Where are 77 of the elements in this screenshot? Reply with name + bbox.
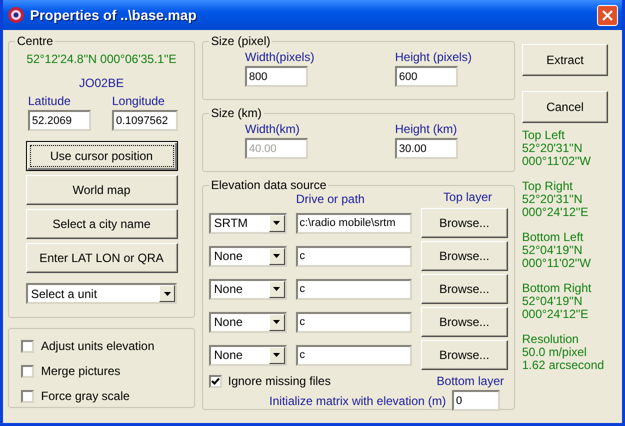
info-text: 52°04'19''N [522, 295, 582, 308]
group-title: Size (km) [210, 106, 263, 120]
dropdown-arrow-icon [273, 320, 280, 324]
longitude-field[interactable]: 0.1097562 [112, 110, 178, 131]
close-icon [602, 10, 613, 20]
info-text: Bottom Left [522, 231, 584, 244]
column-header: Drive or path [296, 191, 365, 208]
browse-button[interactable]: Browse... [420, 340, 508, 370]
elevation-field[interactable]: 0 [452, 390, 500, 411]
locator-text: JO02BE [79, 75, 124, 92]
info-text: 000°11'02''W [522, 155, 592, 168]
app-icon [7, 6, 25, 24]
source-dropdown[interactable]: None [209, 312, 287, 332]
checkbox[interactable] [21, 390, 34, 402]
browse-button[interactable]: Browse... [420, 274, 508, 304]
unit-dropdown[interactable]: Select a unit [26, 283, 177, 304]
info-text: 000°24'12''E [522, 308, 590, 321]
group-title: Centre [16, 34, 54, 48]
info-text: Resolution [522, 333, 580, 346]
browse-button[interactable]: Browse... [420, 208, 508, 238]
info-text: Top Left [522, 129, 566, 142]
info-text: Top Right [522, 180, 574, 193]
action-button[interactable]: World map [26, 175, 178, 205]
source-dropdown[interactable]: None [209, 278, 287, 300]
coordinates-text: 52°12'24.8''N 000°06'35.1''E [26, 51, 177, 68]
longitude-label: Longitude [112, 93, 166, 110]
info-text: 52°20'31''N [522, 142, 584, 155]
layer-label: Bottom layer [436, 373, 504, 390]
action-button[interactable]: Select a city name [26, 209, 178, 239]
latitude-label: Latitude [28, 93, 72, 110]
size-field[interactable]: 600 [395, 66, 458, 87]
size-field[interactable]: 30.00 [395, 138, 458, 159]
browse-button[interactable]: Browse... [420, 307, 508, 337]
init-label: Initialize matrix with elevation (m) [269, 392, 446, 410]
info-text: 000°11'02''W [522, 257, 592, 270]
dialog-button[interactable]: Cancel [522, 91, 608, 123]
info-text: 50.0 m/pixel [522, 346, 588, 359]
dropdown-arrow-icon [273, 254, 280, 258]
source-dropdown[interactable]: SRTM [209, 212, 287, 234]
checkbox[interactable] [209, 374, 222, 388]
path-field[interactable]: c [296, 246, 412, 266]
dropdown-arrow-icon [164, 292, 170, 296]
dropdown-arrow-icon [273, 353, 280, 357]
size-field[interactable]: 800 [245, 66, 308, 87]
info-text: Bottom Right [522, 282, 592, 295]
info-text: 52°20'31''N [522, 193, 584, 206]
layer-label: Top layer [443, 189, 492, 206]
window-title: Properties of ..\base.map [30, 6, 196, 25]
dropdown-arrow-icon [273, 221, 280, 225]
option-label: Merge pictures [41, 363, 120, 380]
action-button[interactable]: Enter LAT LON or QRA [26, 243, 178, 273]
group-title: Size (pixel) [210, 34, 272, 48]
path-field[interactable]: c [296, 278, 412, 300]
action-button[interactable]: Use cursor position [26, 141, 178, 171]
option-label: Force gray scale [41, 388, 130, 405]
path-field[interactable]: c:\radio mobile\srtm [296, 212, 412, 234]
size-label: Height (km) [395, 121, 458, 138]
size-label: Width(pixels) [245, 49, 316, 66]
dialog-button[interactable]: Extract [522, 44, 608, 76]
latitude-field[interactable]: 52.2069 [28, 110, 91, 131]
browse-button[interactable]: Browse... [420, 241, 508, 271]
dropdown-arrow-icon [273, 287, 280, 291]
source-dropdown[interactable]: None [209, 246, 287, 266]
size-label: Width(km) [245, 121, 301, 138]
option-label: Adjust units elevation [41, 338, 154, 355]
checkbox[interactable] [21, 340, 34, 352]
source-dropdown[interactable]: None [209, 344, 287, 366]
size-label: Height (pixels) [395, 49, 472, 66]
checkbox[interactable] [21, 364, 34, 378]
path-field[interactable]: c [296, 344, 412, 366]
close-button[interactable] [597, 4, 618, 26]
info-text: 52°04'19''N [522, 244, 584, 257]
path-field[interactable]: c [296, 312, 412, 332]
info-text: 000°24'12''E [522, 206, 590, 219]
option-label: Ignore missing files [228, 373, 331, 390]
group-title: Elevation data source [210, 178, 328, 192]
info-text: 1.62 arcsecond [522, 359, 606, 372]
